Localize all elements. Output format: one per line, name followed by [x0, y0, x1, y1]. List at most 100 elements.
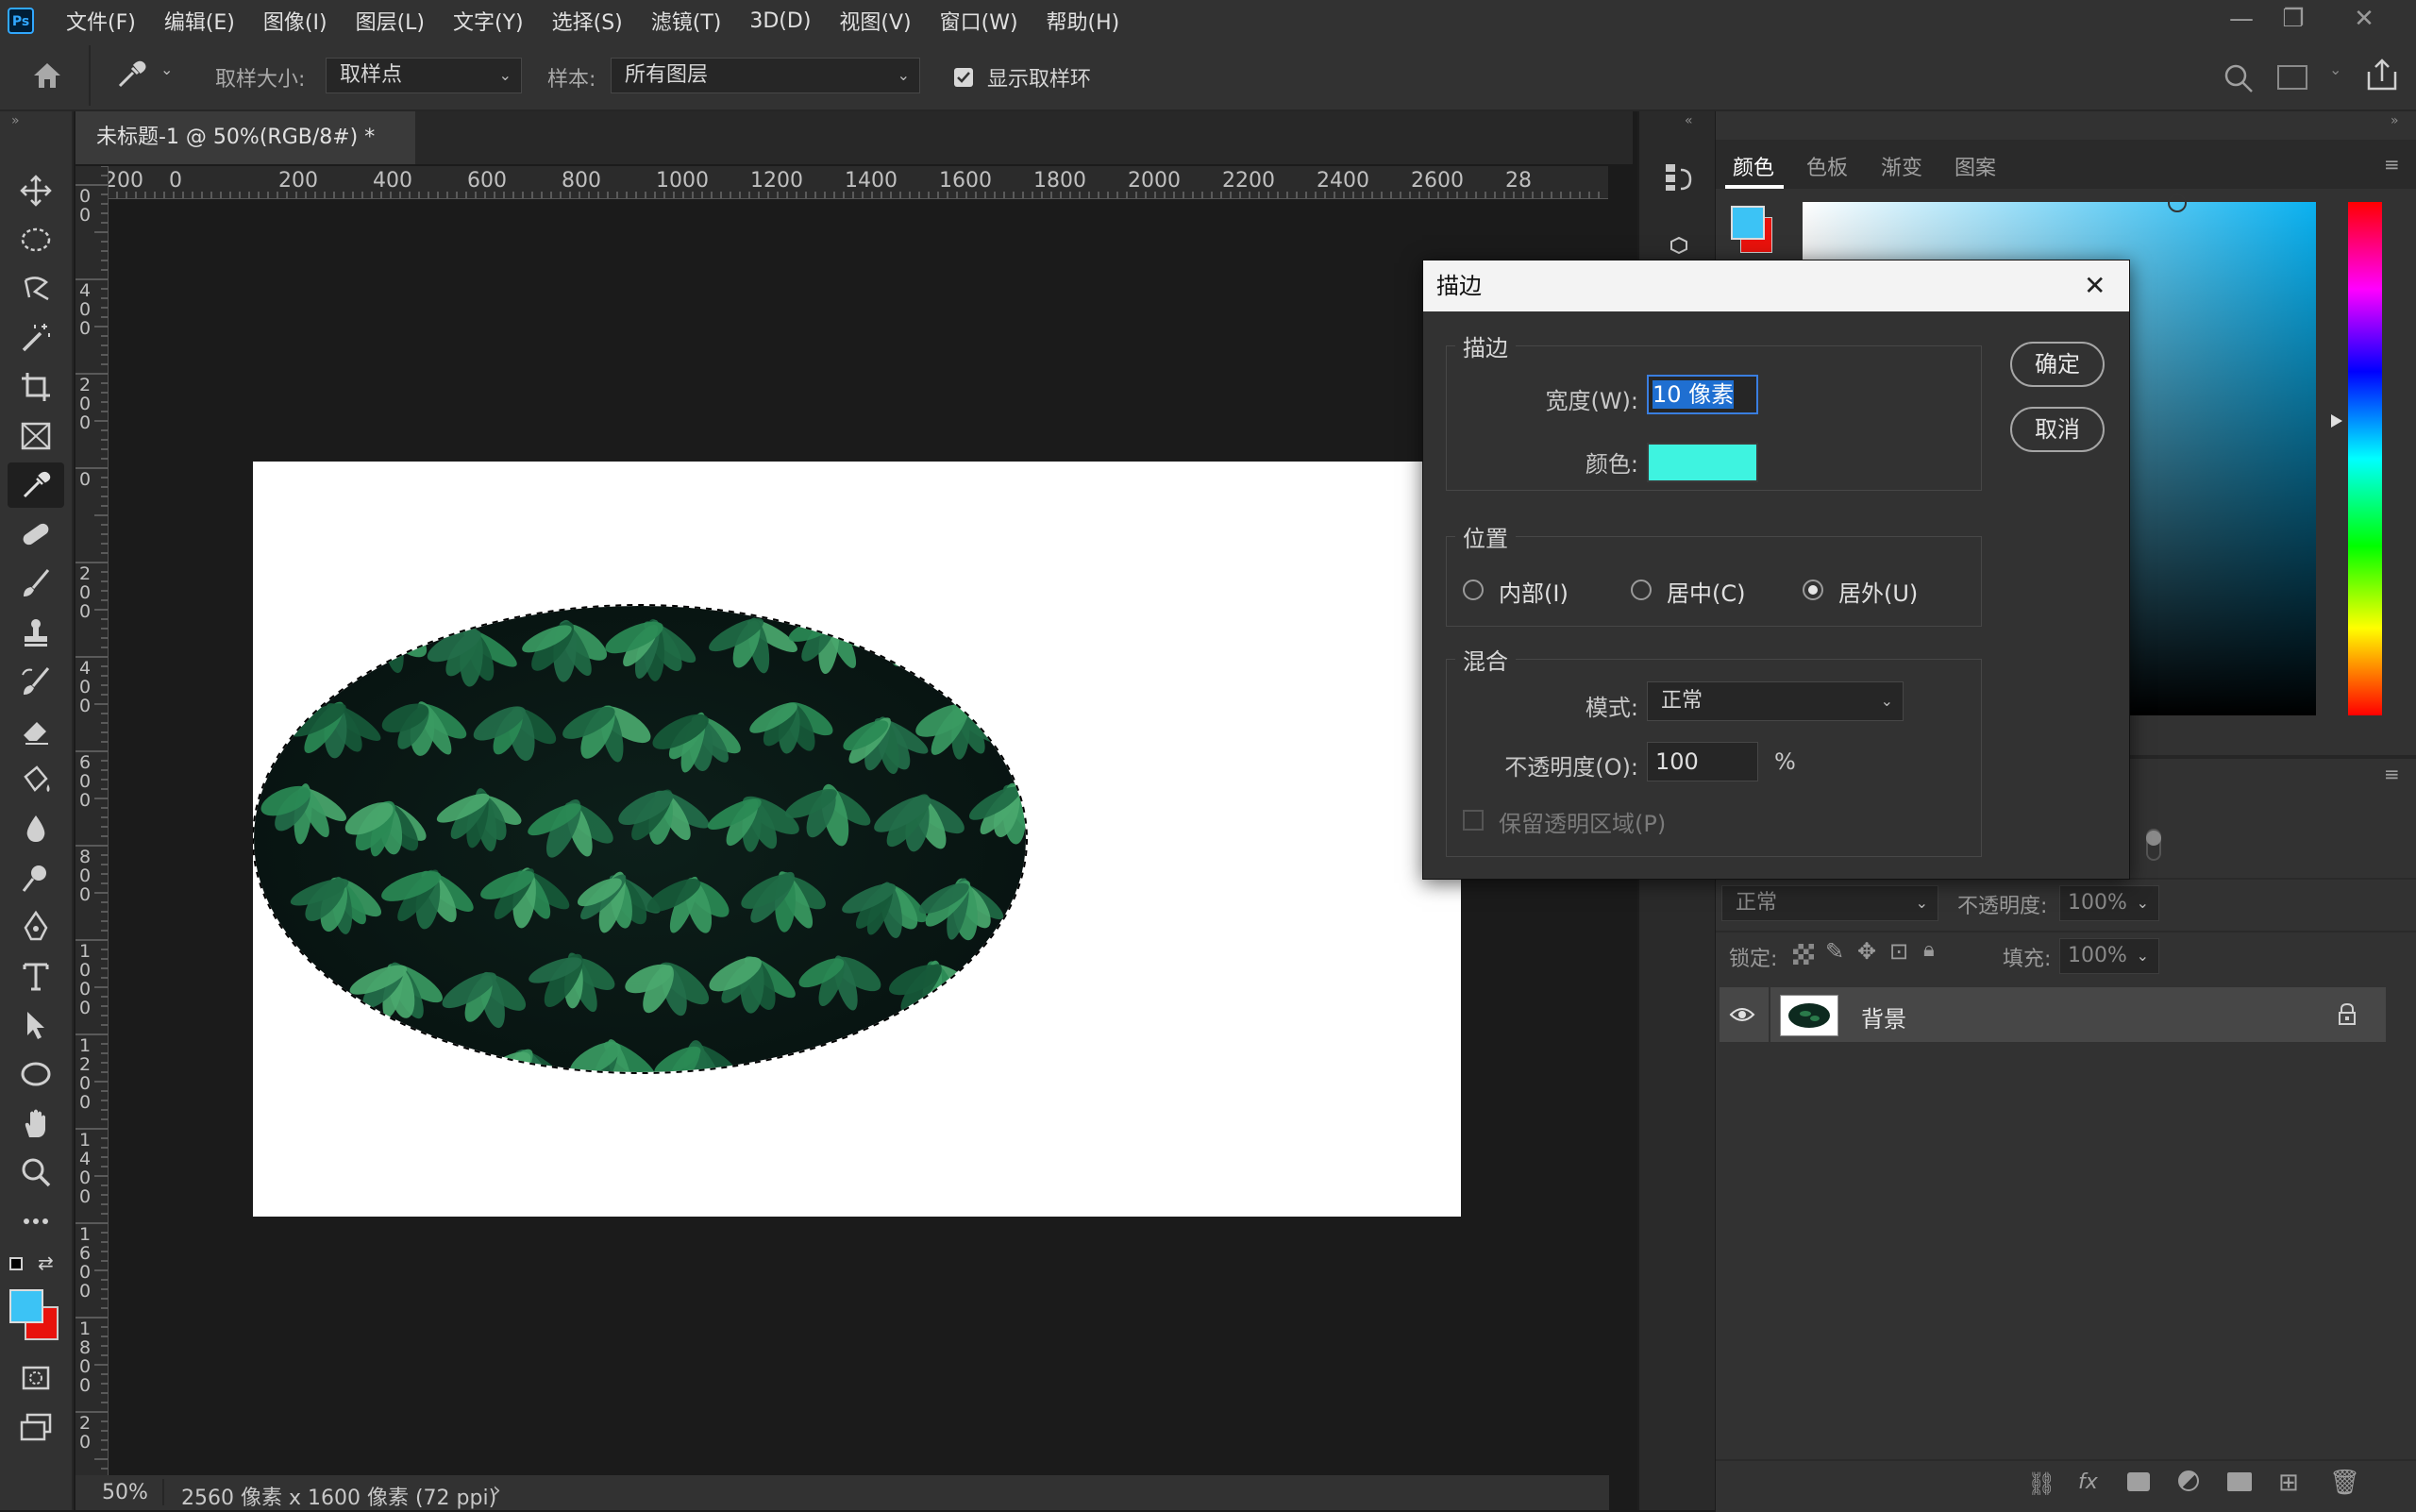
menu-select[interactable]: 选择(S)	[552, 6, 623, 36]
menu-window[interactable]: 窗口(W)	[940, 6, 1018, 36]
radio-inside-label[interactable]: 内部(I)	[1499, 575, 1569, 608]
history-panel-icon[interactable]	[1660, 159, 1696, 198]
quick-mask-icon[interactable]	[8, 1355, 64, 1401]
pen-tool-icon[interactable]	[8, 904, 64, 949]
screen-mode-icon[interactable]	[8, 1404, 64, 1450]
menu-help[interactable]: 帮助(H)	[1047, 6, 1120, 36]
eyedropper-preset-icon[interactable]	[111, 57, 149, 98]
tab-gradients[interactable]: 渐变	[1881, 151, 1922, 181]
tab-patterns[interactable]: 图案	[1955, 151, 1996, 181]
preserve-transparency-checkbox[interactable]	[1463, 810, 1484, 831]
document-tab[interactable]: 未标题-1 @ 50%(RGB/8#) * ✕	[76, 111, 415, 202]
clone-stamp-tool-icon[interactable]	[8, 610, 64, 655]
restore-icon[interactable]: ❐	[2265, 0, 2322, 38]
expand-right-icon[interactable]: »	[2391, 113, 2399, 128]
sample-size-select[interactable]: 取样点 ⌄	[326, 58, 522, 93]
delete-layer-icon[interactable]: 🗑︎	[2329, 1469, 2360, 1497]
paint-bucket-tool-icon[interactable]	[8, 757, 64, 802]
width-input[interactable]: 10 像素	[1647, 375, 1758, 414]
dialog-titlebar[interactable]: 描边 ✕	[1423, 260, 2129, 311]
lock-all-icon[interactable]: 🔒︎	[1923, 938, 1935, 962]
new-group-icon[interactable]	[2227, 1472, 2252, 1491]
minimize-icon[interactable]: —	[2213, 0, 2270, 38]
close-window-icon[interactable]: ✕	[2336, 0, 2392, 38]
menu-file[interactable]: 文件(F)	[66, 6, 136, 36]
menu-filter[interactable]: 滤镜(T)	[651, 6, 722, 36]
healing-brush-tool-icon[interactable]	[8, 512, 64, 557]
document-canvas[interactable]	[252, 462, 1461, 1217]
radio-inside[interactable]	[1463, 580, 1484, 600]
ellipse-tool-icon[interactable]	[8, 1051, 64, 1097]
collapse-left-icon[interactable]: «	[1685, 113, 1693, 128]
lock-position-icon[interactable]: ✥	[1857, 938, 1876, 965]
share-icon[interactable]	[2365, 57, 2399, 96]
path-selection-tool-icon[interactable]	[8, 1002, 64, 1048]
magic-wand-tool-icon[interactable]	[8, 315, 64, 361]
dialog-close-icon[interactable]: ✕	[2084, 260, 2106, 311]
crop-tool-icon[interactable]	[8, 364, 64, 410]
layer-name[interactable]: 背景	[1861, 1000, 1906, 1033]
zoom-tool-icon[interactable]	[8, 1150, 64, 1195]
menu-image[interactable]: 图像(I)	[263, 6, 327, 36]
new-layer-icon[interactable]: ⊞	[2278, 1469, 2299, 1497]
lasso-tool-icon[interactable]	[8, 266, 64, 311]
radio-center-label[interactable]: 居中(C)	[1667, 575, 1745, 608]
menu-layer[interactable]: 图层(L)	[356, 6, 425, 36]
expand-icon[interactable]: »	[11, 113, 20, 128]
marquee-tool-icon[interactable]	[8, 217, 64, 262]
radio-center[interactable]	[1631, 580, 1652, 600]
dialog-opacity-input[interactable]: 100	[1647, 742, 1758, 781]
foreground-color-swatch[interactable]	[9, 1289, 43, 1323]
radio-outside[interactable]	[1803, 580, 1823, 600]
workspace-chevron-icon[interactable]: ⌄	[2329, 60, 2341, 78]
frame-tool-icon[interactable]	[8, 413, 64, 459]
color-picker-ring[interactable]	[2168, 193, 2187, 212]
hand-tool-icon[interactable]	[8, 1100, 64, 1146]
layers-panel-menu-icon[interactable]: ≡	[2384, 763, 2400, 785]
history-brush-tool-icon[interactable]	[8, 659, 64, 704]
eraser-tool-icon[interactable]	[8, 708, 64, 753]
eye-icon[interactable]	[1729, 1003, 1755, 1030]
default-colors-icon[interactable]	[9, 1257, 23, 1270]
radio-outside-label[interactable]: 居外(U)	[1838, 575, 1918, 608]
menu-view[interactable]: 视图(V)	[839, 6, 911, 36]
vertical-ruler[interactable]: 0040020002004006008001000120014001600180…	[76, 166, 109, 1478]
hue-slider-handle[interactable]	[2331, 414, 2342, 428]
sample-select[interactable]: 所有图层 ⌄	[611, 58, 920, 93]
layer-lock-icon[interactable]	[2337, 1002, 2357, 1031]
panel-menu-icon[interactable]: ≡	[2384, 153, 2400, 176]
ok-button[interactable]: 确定	[2010, 342, 2105, 387]
menu-type[interactable]: 文字(Y)	[453, 6, 524, 36]
zoom-level[interactable]: 50%	[102, 1481, 148, 1504]
menu-edit[interactable]: 编辑(E)	[164, 6, 235, 36]
dodge-tool-icon[interactable]	[8, 855, 64, 900]
type-tool-icon[interactable]	[8, 953, 64, 999]
show-ring-checkbox[interactable]	[954, 68, 973, 87]
layer-opacity-field[interactable]: 100% ⌄	[2059, 885, 2159, 921]
layer-blend-mode-select[interactable]: 正常 ⌄	[1721, 885, 1938, 921]
lock-pixels-icon[interactable]: ✎	[1825, 938, 1844, 965]
link-layers-icon[interactable]: ⛓︎	[2027, 1470, 2055, 1497]
hue-slider[interactable]	[2348, 202, 2382, 715]
lock-artboard-icon[interactable]: ⊡	[1889, 938, 1908, 965]
status-chevron-right-icon[interactable]: ›	[493, 1479, 501, 1503]
mode-select[interactable]: 正常 ⌄	[1647, 681, 1904, 721]
eyedropper-tool-icon[interactable]	[8, 462, 64, 508]
search-icon[interactable]	[2223, 62, 2255, 98]
tab-color[interactable]: 颜色	[1733, 151, 1774, 181]
more-tools-icon[interactable]	[8, 1199, 64, 1244]
stroke-color-swatch[interactable]	[1647, 443, 1758, 482]
add-mask-icon[interactable]	[2127, 1472, 2150, 1491]
fill-field[interactable]: 100% ⌄	[2059, 938, 2159, 974]
workspace-icon[interactable]	[2277, 65, 2307, 90]
lock-transparent-icon[interactable]	[1793, 944, 1814, 965]
layer-row[interactable]: 背景	[1720, 987, 2386, 1042]
adjustment-layer-icon[interactable]	[2178, 1470, 2199, 1491]
tab-swatches[interactable]: 色板	[1806, 151, 1848, 181]
horizontal-ruler[interactable]: 200 0 200 400 600 800 1000 1200 1400 1600 1800 2000…	[98, 166, 1608, 199]
swap-colors-icon[interactable]: ⇄	[38, 1252, 54, 1274]
move-tool-icon[interactable]	[8, 168, 64, 213]
preset-chevron-down-icon[interactable]: ⌄	[160, 60, 173, 78]
panel-foreground-swatch[interactable]	[1731, 206, 1765, 240]
layer-effects-icon[interactable]: fx	[2078, 1470, 2098, 1494]
